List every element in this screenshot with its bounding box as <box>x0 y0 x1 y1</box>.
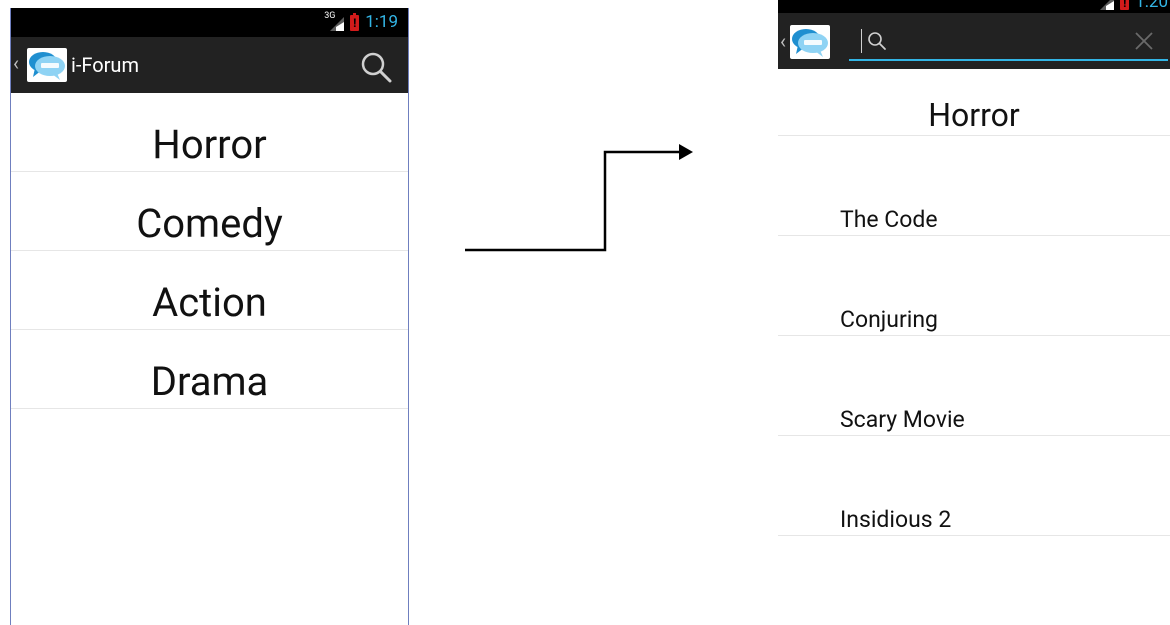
status-icons: 3G ! 1:20 <box>1094 0 1168 13</box>
battery-alert-mark: ! <box>1123 0 1127 10</box>
category-list: Horror Comedy Action Drama <box>11 93 408 409</box>
movie-list-screen: 3G ! 1:20 ‹ <box>778 0 1170 609</box>
flow-arrow-icon <box>465 144 693 252</box>
chat-bubbles-icon[interactable] <box>790 25 830 59</box>
close-icon[interactable] <box>1132 29 1156 53</box>
chevron-left-icon[interactable]: ‹ <box>13 53 19 73</box>
search-action-bar: ‹ <box>778 13 1170 69</box>
category-item-drama[interactable]: Drama <box>11 330 408 409</box>
movie-item-label: The Code <box>840 206 938 233</box>
movie-item-label: Insidious 2 <box>840 506 952 533</box>
movie-item-label: Scary Movie <box>840 406 965 433</box>
search-input[interactable] <box>893 29 1128 59</box>
status-icons: 3G ! 1:19 <box>324 8 398 37</box>
search-field[interactable] <box>849 27 1168 61</box>
category-item-horror[interactable]: Horror <box>11 93 408 172</box>
status-clock: 1:19 <box>365 12 398 32</box>
status-bar: 3G ! 1:20 <box>778 0 1170 13</box>
movie-list: The Code Conjuring Scary Movie Insidious… <box>778 136 1170 536</box>
status-clock: 1:20 <box>1135 0 1168 12</box>
app-title: i-Forum <box>71 53 139 77</box>
signal-indicator: 3G <box>324 11 345 33</box>
text-cursor <box>861 29 862 53</box>
magnifier-icon[interactable] <box>360 51 392 83</box>
movie-item-scary-movie[interactable]: Scary Movie <box>778 336 1170 436</box>
movie-item-label: Conjuring <box>840 306 938 333</box>
movie-item-the-code[interactable]: The Code <box>778 136 1170 236</box>
movie-item-insidious-2[interactable]: Insidious 2 <box>778 436 1170 536</box>
section-title: Horror <box>778 69 1170 136</box>
category-item-action[interactable]: Action <box>11 251 408 330</box>
status-bar: 3G ! 1:19 <box>11 8 408 37</box>
action-bar: ‹ i-Forum <box>11 37 408 93</box>
movie-item-conjuring[interactable]: Conjuring <box>778 236 1170 336</box>
battery-icon: ! <box>350 12 360 31</box>
category-item-comedy[interactable]: Comedy <box>11 172 408 251</box>
chat-bubbles-icon[interactable] <box>27 48 67 82</box>
battery-alert-mark: ! <box>353 15 357 30</box>
magnifier-icon <box>868 32 886 50</box>
signal-indicator: 3G <box>1094 0 1115 12</box>
signal-bars-icon <box>1100 0 1115 10</box>
chevron-left-icon[interactable]: ‹ <box>780 31 786 51</box>
signal-bars-icon <box>330 16 345 31</box>
battery-icon: ! <box>1120 0 1130 10</box>
category-screen: 3G ! 1:19 ‹ i-Forum Horror Comedy Action… <box>10 8 409 625</box>
